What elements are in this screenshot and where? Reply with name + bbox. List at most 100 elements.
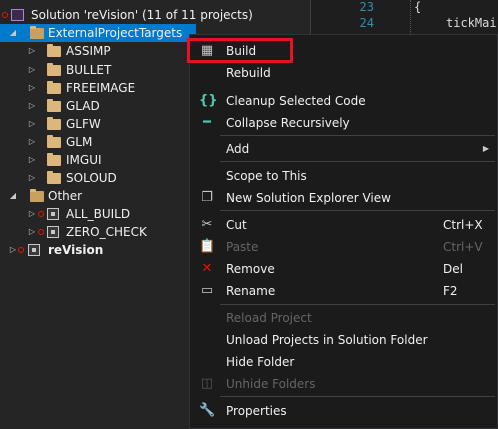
project-label: reVision <box>48 243 104 257</box>
menu-item-scope[interactable]: Scope to This <box>190 165 497 187</box>
indent-guide <box>410 0 411 36</box>
folder-icon <box>47 63 61 76</box>
menu-item-collapse[interactable]: ━ Collapse Recursively <box>190 112 497 134</box>
menu-item-rename[interactable]: ▭ Rename F2 <box>190 280 497 302</box>
unsaved-dot-icon <box>38 211 44 217</box>
wrench-icon: 🔧 <box>199 403 216 418</box>
submenu-arrow-icon: ▶ <box>482 144 489 153</box>
collapse-arrow-icon[interactable]: ▷ <box>27 79 37 97</box>
folder-label: IMGUI <box>66 153 102 167</box>
shortcut-label: F2 <box>443 284 458 298</box>
folder-open-icon <box>30 26 44 39</box>
folder-icon <box>47 117 61 130</box>
scissors-icon: ✂ <box>201 217 213 232</box>
folder-label: SOLOUD <box>66 171 117 185</box>
collapse-arrow-icon[interactable]: ▷ <box>27 42 37 60</box>
project-label: ZERO_CHECK <box>66 225 147 239</box>
line-number: 24 <box>359 16 374 30</box>
expand-arrow-icon[interactable]: ◢ <box>8 187 18 205</box>
collapse-arrow-icon[interactable]: ▷ <box>27 205 37 223</box>
shortcut-label: Ctrl+X <box>443 218 483 232</box>
braces-icon: {} <box>199 93 218 108</box>
unsaved-dot-icon <box>18 247 24 253</box>
folder-label: ExternalProjectTargets <box>48 26 183 40</box>
new-window-icon: ❐ <box>201 190 213 205</box>
project-icon <box>47 208 59 220</box>
folder-icon <box>47 153 61 166</box>
folder-open-icon <box>30 189 44 202</box>
folder-label: FREEIMAGE <box>66 81 136 95</box>
menu-item-hide-folder[interactable]: Hide Folder <box>190 351 497 373</box>
folder-label: GLFW <box>66 117 101 131</box>
menu-label: Cleanup Selected Code <box>226 94 366 108</box>
folder-label: GLAD <box>66 99 100 113</box>
folder-icon <box>47 81 61 94</box>
menu-label: Hide Folder <box>226 355 295 369</box>
menu-label: Rebuild <box>226 66 271 80</box>
menu-separator <box>220 396 495 397</box>
menu-item-rebuild[interactable]: Rebuild <box>190 62 497 84</box>
folder-label: GLM <box>66 135 93 149</box>
folder-label: BULLET <box>66 63 112 77</box>
menu-label: Remove <box>226 262 275 276</box>
project-label: ALL_BUILD <box>66 207 131 221</box>
menu-item-unload[interactable]: Unload Projects in Solution Folder <box>190 329 497 351</box>
collapse-arrow-icon[interactable]: ▷ <box>27 115 37 133</box>
unsaved-dot-icon <box>38 229 44 235</box>
collapse-arrow-icon[interactable]: ▷ <box>8 241 18 259</box>
folder-label: Other <box>48 189 83 203</box>
menu-item-cut[interactable]: ✂ Cut Ctrl+X <box>190 214 497 236</box>
expand-arrow-icon[interactable]: ◢ <box>8 24 18 42</box>
folder-label: ASSIMP <box>66 44 111 58</box>
collapse-arrow-icon[interactable]: ▷ <box>27 97 37 115</box>
menu-separator <box>220 304 495 305</box>
menu-item-add[interactable]: Add ▶ <box>190 138 497 160</box>
menu-label: Properties <box>226 404 287 418</box>
solution-node[interactable]: Solution 'reVision' (11 of 11 projects) <box>0 6 310 24</box>
rename-icon: ▭ <box>200 283 214 298</box>
menu-item-cleanup[interactable]: {} Cleanup Selected Code <box>190 90 497 112</box>
menu-separator <box>220 161 495 162</box>
build-highlight-box <box>187 38 293 63</box>
line-number: 23 <box>359 0 374 14</box>
code-line[interactable]: tickMai <box>446 16 497 30</box>
menu-label: Unload Projects in Solution Folder <box>226 333 428 347</box>
folder-icon <box>47 171 61 184</box>
collapse-arrow-icon[interactable]: ▷ <box>27 61 37 79</box>
menu-separator <box>220 135 495 136</box>
menu-label: Paste <box>226 240 259 254</box>
remove-x-icon: ✕ <box>201 261 213 276</box>
menu-separator <box>220 210 495 211</box>
shortcut-label: Ctrl+V <box>443 240 483 254</box>
menu-label: Rename <box>226 284 276 298</box>
folder-icon <box>47 99 61 112</box>
solution-label: Solution 'reVision' (11 of 11 projects) <box>31 8 253 22</box>
collapse-arrow-icon[interactable]: ▷ <box>27 133 37 151</box>
menu-label: Reload Project <box>226 311 312 325</box>
collapse-arrow-icon[interactable]: ▷ <box>27 223 37 241</box>
menu-item-properties[interactable]: 🔧 Properties <box>190 400 497 422</box>
menu-label: Cut <box>226 218 247 232</box>
folder-icon <box>47 44 61 57</box>
paste-icon: 📋 <box>199 239 216 254</box>
shortcut-label: Del <box>443 262 463 276</box>
collapse-arrow-icon[interactable]: ▷ <box>27 151 37 169</box>
project-icon <box>47 226 59 238</box>
collapse-arrow-icon[interactable]: ▷ <box>27 169 37 187</box>
menu-item-unhide: ◫ Unhide Folders <box>190 373 497 395</box>
unsaved-dot-icon <box>2 12 8 18</box>
menu-item-remove[interactable]: ✕ Remove Del <box>190 258 497 280</box>
menu-label: Scope to This <box>226 169 307 183</box>
collapse-icon: ━ <box>203 115 211 130</box>
menu-label: New Solution Explorer View <box>226 191 391 205</box>
folder-icon <box>47 135 61 148</box>
menu-label: Collapse Recursively <box>226 116 350 130</box>
unhide-icon: ◫ <box>200 376 214 391</box>
tree-folder-externalprojecttargets[interactable]: ◢ ExternalProjectTargets <box>0 24 196 42</box>
solution-icon <box>11 9 24 21</box>
menu-label: Unhide Folders <box>226 377 316 391</box>
menu-item-new-view[interactable]: ❐ New Solution Explorer View <box>190 187 497 209</box>
code-line[interactable]: { <box>414 0 421 14</box>
menu-item-paste: 📋 Paste Ctrl+V <box>190 236 497 258</box>
project-icon <box>28 244 40 256</box>
